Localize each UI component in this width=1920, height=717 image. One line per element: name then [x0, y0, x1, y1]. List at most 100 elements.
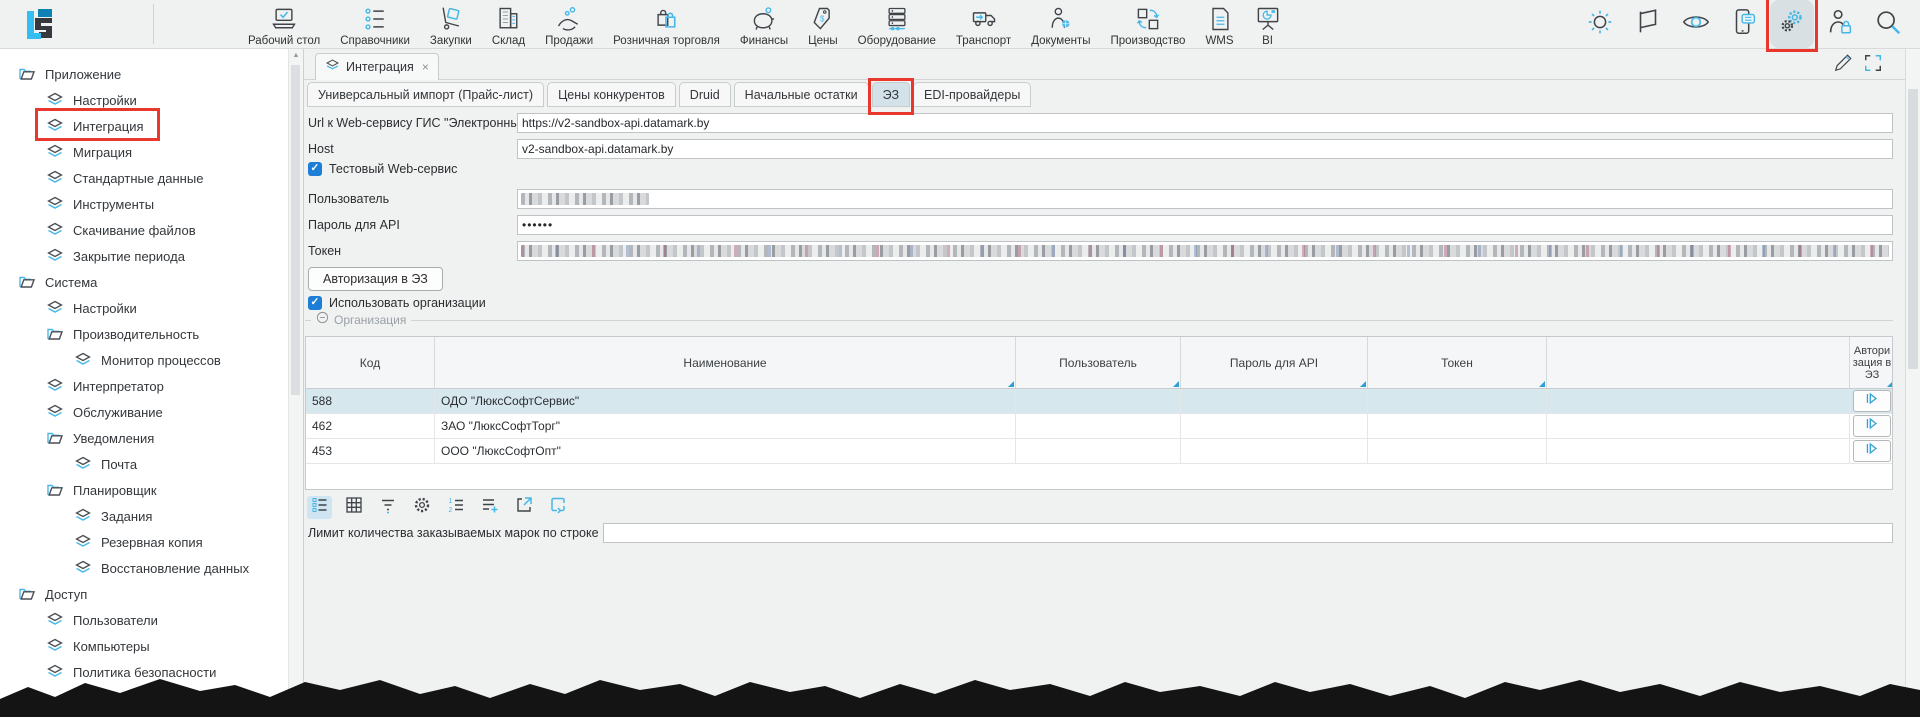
column-header-0[interactable]: Код: [306, 337, 435, 388]
sidebar-item-6[interactable]: Скачивание файлов: [0, 217, 288, 243]
open-window-button[interactable]: [511, 496, 536, 519]
sidebar-item-4[interactable]: Стандартные данные: [0, 165, 288, 191]
sidebar-item-13[interactable]: Обслуживание: [0, 399, 288, 425]
name-cell: ЗАО "ЛюксСофтТорг": [435, 414, 1016, 439]
authorize-row-button[interactable]: [1853, 440, 1891, 462]
sidebar-item-1[interactable]: Настройки: [0, 87, 288, 113]
refresh-button[interactable]: [545, 496, 570, 519]
toolbar-item-sales[interactable]: Продажи: [545, 1, 593, 48]
prices-icon: $: [809, 4, 837, 34]
toolbar-item-retail[interactable]: Розничная торговля: [613, 1, 720, 48]
sidebar-item-19[interactable]: Восстановление данных: [0, 555, 288, 581]
subtab-4[interactable]: ЭЗ: [872, 82, 910, 107]
column-header-2[interactable]: Пользователь: [1016, 337, 1181, 388]
subtab-1[interactable]: Цены конкурентов: [547, 82, 676, 107]
api-password-input[interactable]: [517, 215, 1893, 235]
sidebar-item-9[interactable]: Настройки: [0, 295, 288, 321]
list-view-button[interactable]: [307, 496, 332, 519]
toolbar-button-announcement[interactable]: [1631, 5, 1665, 43]
toolbar-item-label: Склад: [492, 34, 525, 48]
edit-button[interactable]: [1832, 54, 1854, 76]
tab-integration[interactable]: Интеграция ×: [315, 53, 439, 80]
sidebar-item-7[interactable]: Закрытие периода: [0, 243, 288, 269]
transport-icon: [970, 4, 998, 34]
collapse-icon[interactable]: [316, 311, 329, 329]
authorize-row-button[interactable]: [1853, 415, 1891, 437]
sidebar-item-14[interactable]: Уведомления: [0, 425, 288, 451]
toolbar-item-catalog[interactable]: Справочники: [340, 1, 410, 48]
sidebar-item-2[interactable]: Интеграция: [0, 113, 288, 139]
toolbar-button-search[interactable]: [1871, 5, 1905, 43]
column-header-3[interactable]: Пароль для API: [1181, 337, 1368, 388]
sidebar-item-15[interactable]: Почта: [0, 451, 288, 477]
sidebar-item-16[interactable]: Планировщик: [0, 477, 288, 503]
grid-view-button[interactable]: [341, 496, 366, 519]
toolbar-item-transport[interactable]: Транспорт: [956, 1, 1011, 48]
sidebar-scrollbar[interactable]: ▲: [288, 49, 304, 717]
sidebar-item-22[interactable]: Компьютеры: [0, 633, 288, 659]
add-list-button[interactable]: [477, 496, 502, 519]
sidebar-item-8[interactable]: Система: [0, 269, 288, 295]
host-input[interactable]: [517, 139, 1893, 159]
sidebar-item-10[interactable]: Производительность: [0, 321, 288, 347]
sidebar-item-21[interactable]: Пользователи: [0, 607, 288, 633]
toolbar-item-finance[interactable]: Финансы: [740, 1, 788, 48]
org-row-462[interactable]: 462ЗАО "ЛюксСофтТорг": [306, 414, 1892, 439]
toolbar-button-brightness[interactable]: [1583, 5, 1617, 43]
table-body: 588ОДО "ЛюксСофтСервис"462ЗАО "ЛюксСофтТ…: [306, 389, 1892, 464]
numbered-list-button[interactable]: 12: [443, 496, 468, 519]
url-input[interactable]: [517, 113, 1893, 133]
column-header-4[interactable]: Токен: [1368, 337, 1547, 388]
filter-button[interactable]: [375, 496, 400, 519]
sidebar-item-24[interactable]: [0, 685, 288, 711]
subtab-3[interactable]: Начальные остатки: [734, 82, 869, 107]
column-header-filler[interactable]: [1547, 337, 1850, 388]
limit-input[interactable]: [603, 523, 1893, 543]
sidebar-item-3[interactable]: Миграция: [0, 139, 288, 165]
toolbar-item-desktop[interactable]: Рабочий стол: [248, 1, 320, 48]
sidebar-item-5[interactable]: Инструменты: [0, 191, 288, 217]
toolbar-item-wms[interactable]: WMS: [1205, 1, 1233, 48]
finance-icon: [750, 4, 778, 34]
sidebar-item-0[interactable]: Приложение: [0, 61, 288, 87]
sidebar-scroll-thumb[interactable]: [291, 65, 300, 395]
host-label: Host: [308, 139, 334, 159]
sidebar-item-23[interactable]: Политика безопасности: [0, 659, 288, 685]
use-organizations-checkbox[interactable]: [308, 296, 322, 310]
subtab-2[interactable]: Druid: [679, 82, 731, 107]
toolbar-item-warehouse[interactable]: Склад: [492, 1, 525, 48]
sidebar-item-11[interactable]: Монитор процессов: [0, 347, 288, 373]
toolbar-item-documents[interactable]: Документы: [1031, 1, 1090, 48]
settings-button[interactable]: [409, 496, 434, 519]
toolbar-item-bi[interactable]: BI: [1254, 1, 1282, 48]
token-input[interactable]: [517, 241, 1893, 261]
subtab-0[interactable]: Универсальный импорт (Прайс-лист): [307, 82, 544, 107]
close-tab-icon[interactable]: ×: [422, 60, 429, 74]
toolbar-item-equipment[interactable]: Оборудование: [858, 1, 936, 48]
scroll-up-icon[interactable]: ▲: [289, 52, 303, 59]
test-webservice-checkbox[interactable]: [308, 162, 322, 176]
toolbar-button-feedback[interactable]: [1727, 5, 1761, 43]
user-input[interactable]: [517, 189, 1893, 209]
authorize-row-button[interactable]: [1853, 390, 1891, 412]
sidebar-item-18[interactable]: Резервная копия: [0, 529, 288, 555]
toolbar-button-user-permissions[interactable]: [1823, 5, 1857, 43]
column-header-1[interactable]: Наименование: [435, 337, 1016, 388]
org-row-453[interactable]: 453ООО "ЛюксСофтОпт": [306, 439, 1892, 464]
column-header-6[interactable]: Авторизация в ЭЗ: [1850, 337, 1893, 388]
main-scroll-thumb[interactable]: [1908, 89, 1918, 369]
sidebar-item-12[interactable]: Интерпретатор: [0, 373, 288, 399]
fullscreen-button[interactable]: [1862, 54, 1884, 76]
subtab-5[interactable]: EDI-провайдеры: [913, 82, 1031, 107]
toolbar-item-prices[interactable]: $Цены: [808, 1, 838, 48]
org-row-588[interactable]: 588ОДО "ЛюксСофтСервис": [306, 389, 1892, 414]
layers-icon: [46, 299, 66, 317]
toolbar-item-purchases[interactable]: Закупки: [430, 1, 472, 48]
main-scrollbar[interactable]: [1905, 49, 1920, 717]
toolbar-item-production[interactable]: Производство: [1110, 1, 1185, 48]
toolbar-button-view[interactable]: [1679, 5, 1713, 43]
toolbar-button-settings[interactable]: [1775, 5, 1809, 43]
sidebar-item-20[interactable]: Доступ: [0, 581, 288, 607]
authorize-button[interactable]: Авторизация в ЭЗ: [308, 267, 443, 291]
sidebar-item-17[interactable]: Задания: [0, 503, 288, 529]
